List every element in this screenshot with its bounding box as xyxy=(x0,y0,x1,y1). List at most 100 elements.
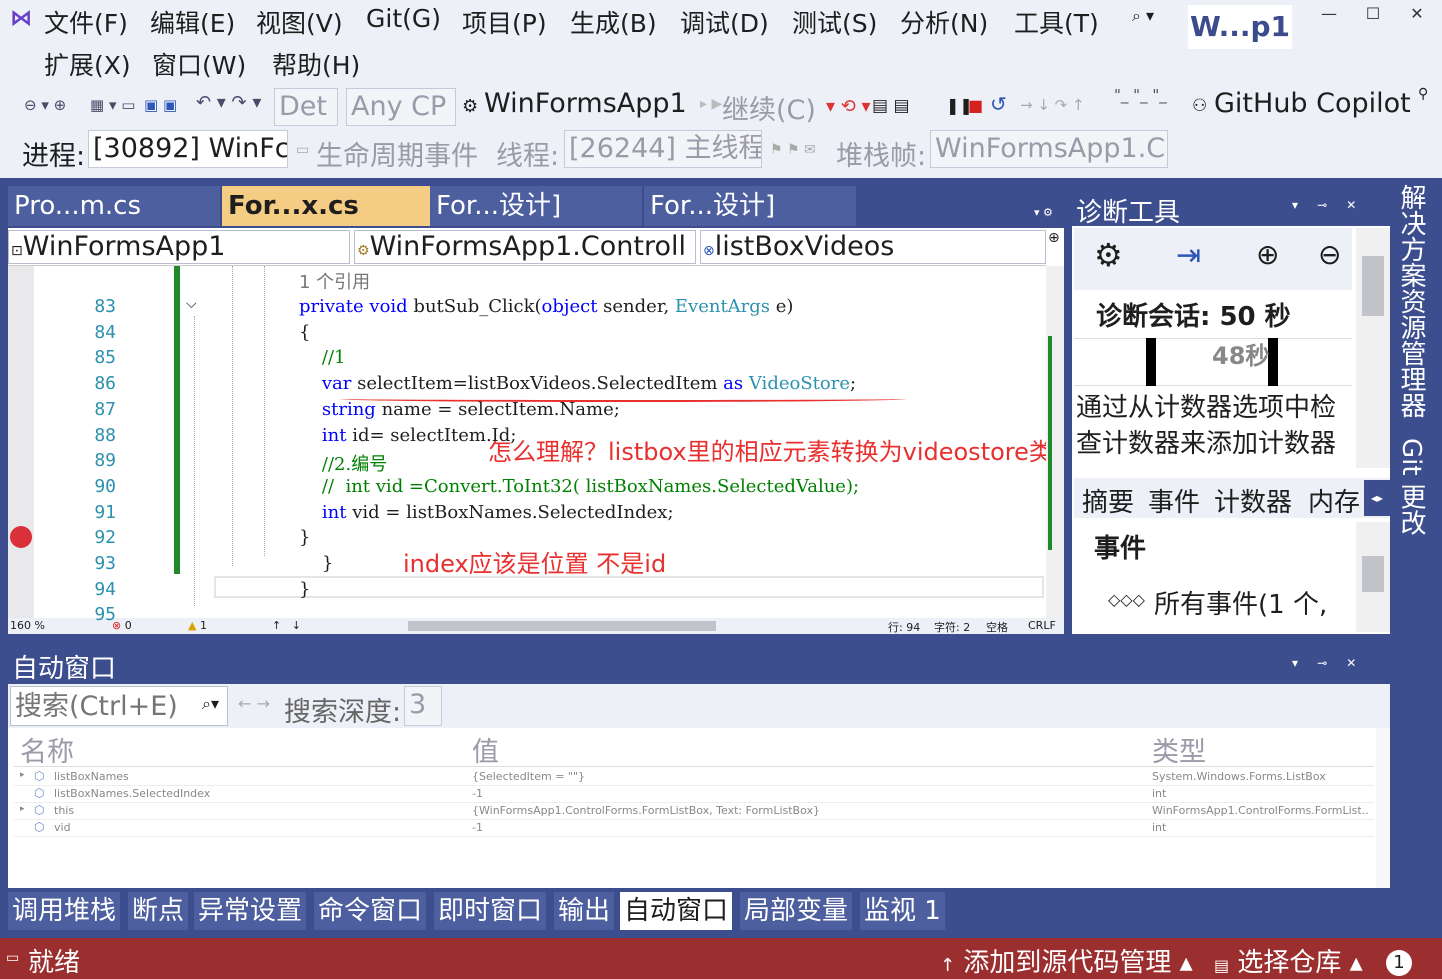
nav-arrows-icon[interactable]: ↑ ↓ xyxy=(272,619,301,632)
tool-tab[interactable]: 调用堆栈 xyxy=(8,892,121,930)
document-tab[interactable]: Pro...m.cs xyxy=(8,186,220,226)
diag-tab[interactable]: 计数器 xyxy=(1214,482,1292,519)
spaces-indicator[interactable]: 空格 xyxy=(986,619,1008,635)
reference-count[interactable]: 1 个引用 xyxy=(299,268,370,294)
vs-logo-icon[interactable]: ⋈ xyxy=(10,6,32,31)
events-scroll-thumb[interactable] xyxy=(1362,556,1384,592)
diag-scroll-thumb[interactable] xyxy=(1362,256,1384,316)
menu-item[interactable]: 编辑(E) xyxy=(150,4,235,40)
autos-search-input[interactable] xyxy=(10,686,228,726)
zoom-out-icon[interactable]: ⊖ xyxy=(1318,238,1341,271)
copilot-icon[interactable]: ⚇ xyxy=(1192,96,1207,116)
search-icon[interactable]: ⌕ ▾ xyxy=(1132,6,1154,26)
back-icon[interactable]: ⊖ ▾ ⊕ xyxy=(24,96,66,114)
document-tab[interactable]: For...设计] xyxy=(430,186,642,226)
diag-tabs-more-icon[interactable]: ◂▸ xyxy=(1364,480,1390,516)
class-nav-combo[interactable]: ⚙WinFormsApp1.Controll xyxy=(354,230,696,264)
diag-window-controls-icon[interactable]: ▾ ⊸ ✕ xyxy=(1292,198,1356,212)
menu-item[interactable]: 项目(P) xyxy=(462,4,547,40)
hot-reload-icon[interactable]: ▾ ⟲ ▾ xyxy=(826,96,871,117)
menu-item[interactable]: 视图(V) xyxy=(256,4,343,40)
process-combo[interactable]: [30892] WinFc xyxy=(88,130,288,168)
code-line[interactable]: int vid = listBoxNames.SelectedIndex; xyxy=(299,502,674,523)
code-line[interactable]: private void butSub_Click(object sender,… xyxy=(299,296,793,317)
tool-tab[interactable]: 监视 1 xyxy=(860,892,945,930)
code-line[interactable]: } xyxy=(299,579,310,600)
code-line[interactable]: { xyxy=(299,322,310,343)
lifecycle-icon[interactable]: ▭ xyxy=(296,142,309,158)
expand-arrow-icon[interactable]: ▸ xyxy=(20,770,25,780)
step-icons[interactable]: → ↓ ↷ ↑ xyxy=(1020,96,1085,114)
collapse-icon[interactable]: ⌵ xyxy=(186,296,197,312)
comment-icons[interactable]: "_ "_ "_ xyxy=(1114,86,1167,104)
minimize-button[interactable]: — xyxy=(1306,4,1352,23)
zoom-in-icon[interactable]: ⊕ xyxy=(1256,238,1279,271)
git-changes-tab[interactable]: Git 更改 xyxy=(1396,438,1430,536)
code-line[interactable]: int id= selectItem.Id; xyxy=(299,425,517,446)
platform-combo[interactable]: Any CP xyxy=(346,88,456,126)
tool-tab[interactable]: 输出 xyxy=(554,892,615,930)
stop-icon[interactable]: ■ xyxy=(968,96,983,115)
diag-tab[interactable]: 摘要 xyxy=(1082,482,1134,519)
close-button[interactable]: ✕ xyxy=(1394,4,1440,23)
timeline-selection-start[interactable] xyxy=(1146,338,1156,386)
export-icon[interactable]: ⇥ xyxy=(1176,238,1201,273)
continue-play-icon[interactable]: ▸ ▶ xyxy=(700,96,722,112)
menu-item[interactable]: 调试(D) xyxy=(680,4,769,40)
notification-bell-icon[interactable]: 1 xyxy=(1386,950,1412,976)
all-events-item[interactable]: 所有事件(1 个, xyxy=(1154,584,1350,621)
project-nav-combo[interactable]: ⊡WinFormsApp1 xyxy=(8,230,350,264)
zoom-level[interactable]: 160 % xyxy=(10,619,45,632)
tab-overflow-icon[interactable]: ▾ ⚙ xyxy=(1034,206,1053,219)
code-line[interactable]: // int vid =Convert.ToInt32( listBoxName… xyxy=(299,476,859,497)
diag-tab[interactable]: 事件 xyxy=(1148,482,1200,519)
autos-window-controls-icon[interactable]: ▾ ⊸ ✕ xyxy=(1292,656,1356,670)
code-line[interactable]: //1 xyxy=(299,347,346,368)
tool-tab[interactable]: 局部变量 xyxy=(740,892,853,930)
continue-button[interactable]: 继续(C) xyxy=(722,88,816,127)
select-repo-button[interactable]: ▤ 选择仓库 ▴ xyxy=(1214,942,1363,979)
menu-item[interactable]: 窗口(W) xyxy=(152,46,246,82)
copilot-pin-icon[interactable]: ⚲ xyxy=(1418,86,1428,102)
search-depth-combo[interactable]: 3 xyxy=(404,686,442,726)
settings-gear-icon[interactable]: ⚙ xyxy=(1094,236,1123,274)
menu-item[interactable]: 文件(F) xyxy=(44,4,128,40)
flag-icons[interactable]: ⚑ ⚑ ✉ xyxy=(770,142,816,158)
new-project-icon[interactable]: ▦ ▾ ▭ xyxy=(90,96,135,114)
autos-value-cell[interactable]: {WinFormsApp1.ControlForms.FormListBox, … xyxy=(472,804,1144,817)
autos-value-cell[interactable]: -1 xyxy=(472,787,1144,800)
search-icon[interactable]: ⌕▾ xyxy=(202,694,219,714)
code-line[interactable]: var selectItem=listBoxVideos.SelectedIte… xyxy=(299,373,856,394)
indicator-margin[interactable] xyxy=(8,266,34,618)
debug-tools-icon[interactable]: ▤ ▤ xyxy=(872,96,910,116)
breakpoint-icon[interactable] xyxy=(10,526,32,548)
tool-tab[interactable]: 自动窗口 xyxy=(620,892,733,930)
add-to-source-control-button[interactable]: ↑ 添加到源代码管理 ▴ xyxy=(940,942,1193,979)
split-editor-icon[interactable]: ⊕ xyxy=(1048,230,1060,246)
undo-icon[interactable]: ↶ ▾ ↷ ▾ xyxy=(196,92,261,113)
tool-tab[interactable]: 即时窗口 xyxy=(434,892,547,930)
eol-indicator[interactable]: CRLF xyxy=(1028,619,1056,632)
autos-value-cell[interactable]: -1 xyxy=(472,821,1144,834)
menu-item[interactable]: 测试(S) xyxy=(792,4,877,40)
code-line[interactable]: string name = selectItem.Name; xyxy=(299,399,620,420)
timeline-selection-end[interactable] xyxy=(1268,338,1278,386)
solution-title-badge[interactable]: W...p1 xyxy=(1188,5,1292,49)
maximize-button[interactable]: ☐ xyxy=(1350,4,1396,23)
thread-combo[interactable]: [26244] 主线程 xyxy=(564,130,762,168)
autos-column-header[interactable]: 值 xyxy=(472,730,499,769)
code-line[interactable]: } xyxy=(299,527,310,548)
tool-tab[interactable]: 命令窗口 xyxy=(314,892,427,930)
autos-column-header[interactable]: 类型 xyxy=(1152,730,1206,769)
solution-explorer-tab[interactable]: 解决方案资源管理器 xyxy=(1396,184,1430,418)
expand-arrow-icon[interactable]: ▸ xyxy=(20,804,25,814)
search-nav-arrows-icon[interactable]: ← → xyxy=(238,694,270,713)
autos-scrollbar[interactable] xyxy=(1376,728,1390,888)
document-tab[interactable]: For...x.cs xyxy=(222,186,430,226)
code-line[interactable]: } xyxy=(299,553,333,574)
startup-project[interactable]: WinFormsApp1 xyxy=(484,88,687,119)
code-line[interactable]: //2.编号 xyxy=(299,450,387,476)
menu-item[interactable]: 工具(T) xyxy=(1014,4,1099,40)
stack-frame-combo[interactable]: WinFormsApp1.C xyxy=(930,130,1168,168)
autos-column-header[interactable]: 名称 xyxy=(20,730,74,769)
